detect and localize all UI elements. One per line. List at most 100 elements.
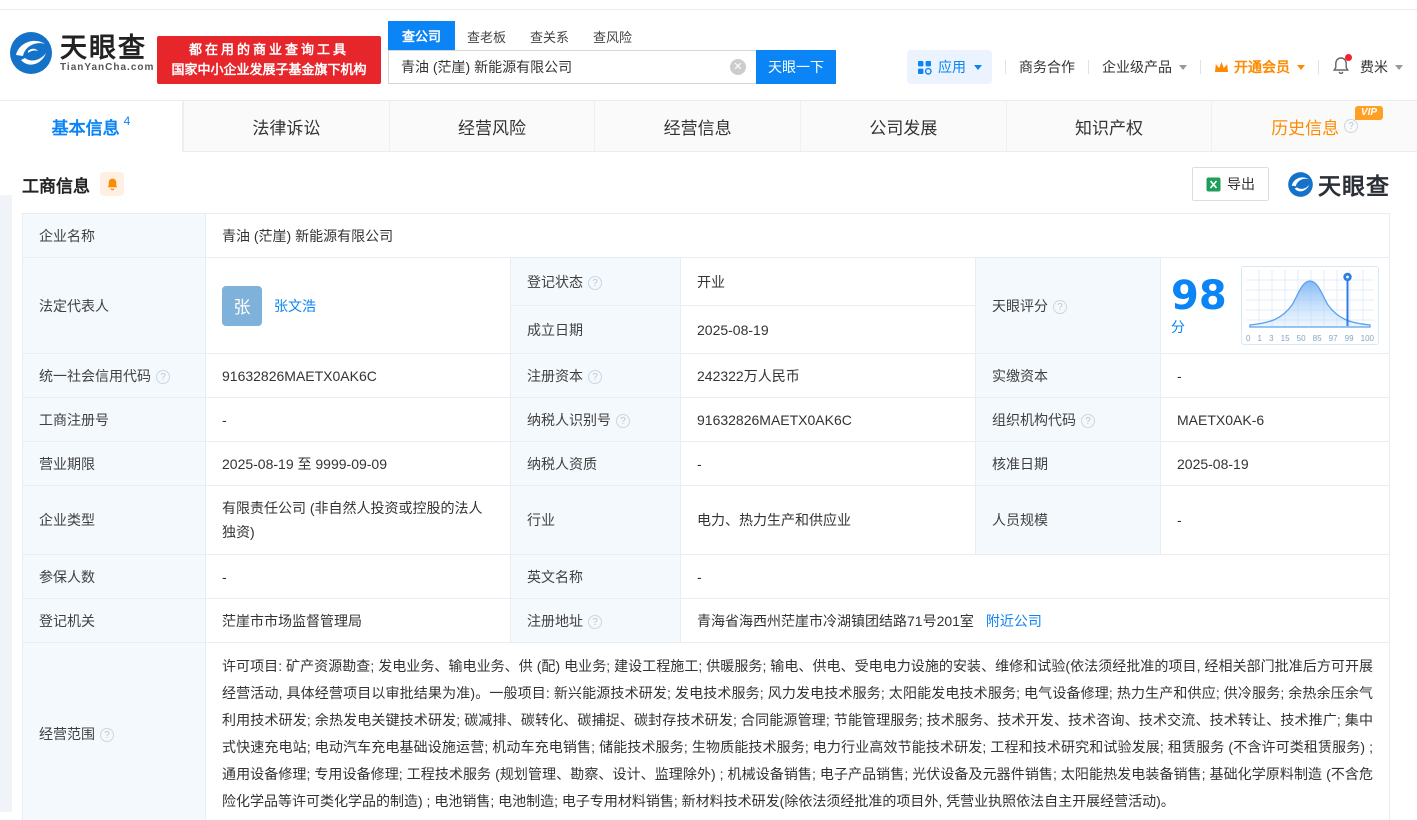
help-icon[interactable]: ? [1053,300,1067,314]
chevron-down-icon [974,65,982,70]
tab-label: 历史信息 [1271,114,1339,139]
business-coop-link[interactable]: 商务合作 [1019,57,1075,77]
field-label: 注册资本? [511,354,681,398]
vip-upgrade-link[interactable]: 开通会员 [1214,57,1305,77]
tab-legal-proceedings[interactable]: 法律诉讼 [183,101,389,151]
tab-business-info[interactable]: 经营信息 [594,101,800,151]
score-value: 98 [1171,273,1227,319]
table-row: 参保人数 - 英文名称 - [23,555,1390,599]
tab-basic-info[interactable]: 基本信息 4 [0,101,183,152]
field-label: 法定代表人 [23,258,206,354]
help-icon[interactable]: ? [588,615,602,629]
field-label: 营业期限 [23,442,206,486]
logo-domain: TianYanCha.com [60,62,154,73]
field-label: 企业类型 [23,486,206,555]
company-type-value: 有限责任公司 (非自然人投资或控股的法人独资) [206,486,511,555]
notifications-button[interactable] [1332,56,1350,78]
tab-history-info[interactable]: 历史信息 ? VIP [1211,101,1417,151]
establish-date-value: 2025-08-19 [681,306,976,354]
enterprise-products-menu[interactable]: 企业级产品 [1102,57,1187,77]
section-title: 工商信息 [22,172,90,197]
table-row: 统一社会信用代码? 91632826MAETX0AK6C 注册资本? 24232… [23,354,1390,398]
business-scope-value: 许可项目: 矿产资源勘查; 发电业务、输电业务、供 (配) 电业务; 建设工程施… [206,643,1390,820]
taxpayer-quality-value: - [681,442,976,486]
chevron-down-icon [1179,65,1187,70]
score-value-group: 98分 [1171,275,1231,337]
export-label: 导出 [1227,174,1255,194]
taxpayer-id-value: 91632826MAETX0AK6C [681,398,976,442]
table-row: 企业类型 有限责任公司 (非自然人投资或控股的法人独资) 行业 电力、热力生产和… [23,486,1390,555]
apps-grid-icon [917,60,932,75]
reg-number-value: - [206,398,511,442]
tab-count: 4 [124,114,131,128]
enterprise-products-label: 企业级产品 [1102,57,1172,77]
credit-code-value: 91632826MAETX0AK6C [206,354,511,398]
field-label: 核准日期 [976,442,1161,486]
vip-label: 开通会员 [1234,57,1290,77]
legal-rep-cell: 张 张文浩 [206,258,511,354]
watermark-text: 天眼查 [1318,167,1390,201]
tab-label: 基本信息 [52,114,120,139]
approval-date-value: 2025-08-19 [1161,442,1390,486]
reg-capital-value: 242322万人民币 [681,354,976,398]
search-tab-relation[interactable]: 查关系 [518,23,581,50]
bell-curve-chart-icon [1246,270,1374,330]
search-button[interactable]: 天眼一下 [756,50,836,84]
chart-axis-ticks: 0131550859799100 [1246,334,1374,343]
legal-rep-link[interactable]: 张文浩 [274,296,316,316]
tab-label: 公司发展 [869,114,937,139]
nearby-companies-link[interactable]: 附近公司 [986,613,1042,629]
field-label: 天眼评分? [976,258,1161,354]
tab-label: 经营风险 [458,114,526,139]
field-label: 行业 [511,486,681,555]
table-row: 登记机关 茫崖市市场监督管理局 注册地址? 青海省海西州茫崖市冷湖镇团结路71号… [23,599,1390,643]
slogan-line1: 都在用的商业查询工具 [157,40,381,60]
search-tab-company[interactable]: 查公司 [388,21,455,50]
help-icon[interactable]: ? [100,728,114,742]
avatar: 张 [222,286,262,326]
export-button[interactable]: 导出 [1192,167,1269,201]
help-icon[interactable]: ? [616,414,630,428]
tab-label: 法律诉讼 [252,114,320,139]
reg-address-cell: 青海省海西州茫崖市冷湖镇团结路71号201室 附近公司 [681,599,1390,643]
excel-icon [1206,177,1221,192]
help-icon[interactable]: ? [588,370,602,384]
tab-intellectual-property[interactable]: 知识产权 [1006,101,1212,151]
search-tab-risk[interactable]: 查风险 [581,23,644,50]
field-label: 经营范围? [23,643,206,820]
chevron-down-icon [1395,65,1403,70]
search-tab-boss[interactable]: 查老板 [455,23,518,50]
page-left-gutter [0,195,12,812]
user-menu[interactable]: 费米 [1360,57,1403,77]
monitor-bell-button[interactable] [100,172,124,196]
nav-divider [1088,60,1089,74]
business-registration-table: 企业名称 青油 (茫崖) 新能源有限公司 法定代表人 张 张文浩 登记状态? 开… [22,213,1390,820]
field-label: 登记机关 [23,599,206,643]
apps-menu[interactable]: 应用 [907,50,992,84]
help-icon[interactable]: ? [588,276,602,290]
chevron-down-icon [1297,65,1305,70]
table-row: 工商注册号 - 纳税人识别号? 91632826MAETX0AK6C 组织机构代… [23,398,1390,442]
clear-search-icon[interactable]: ✕ [730,59,746,75]
tianyancha-watermark: 天眼查 [1287,167,1390,201]
score-unit: 分 [1171,319,1185,335]
reg-authority-value: 茫崖市市场监督管理局 [206,599,511,643]
tianyancha-logo[interactable]: 天眼查 TianYanCha.com [8,30,154,76]
tab-company-development[interactable]: 公司发展 [800,101,1006,151]
site-header: 天眼查 TianYanCha.com 都在用的商业查询工具 国家中小企业发展子基… [0,10,1417,92]
top-nav: 应用 商务合作 企业级产品 开通会员 费米 [907,50,1403,84]
help-icon[interactable]: ? [1344,119,1358,133]
help-icon[interactable]: ? [1081,414,1095,428]
search-input[interactable] [388,50,756,84]
field-label: 实缴资本 [976,354,1161,398]
search-tabs: 查公司 查老板 查关系 查风险 [388,24,836,50]
help-icon[interactable]: ? [156,370,170,384]
nav-divider [1318,60,1319,74]
vip-badge: VIP [1355,106,1383,120]
apps-label: 应用 [938,57,966,77]
org-code-value: MAETX0AK-6 [1161,398,1390,442]
tianyancha-logo-icon [8,30,54,76]
nav-divider [1200,60,1201,74]
tab-operational-risk[interactable]: 经营风险 [389,101,595,151]
english-name-value: - [681,555,1390,599]
